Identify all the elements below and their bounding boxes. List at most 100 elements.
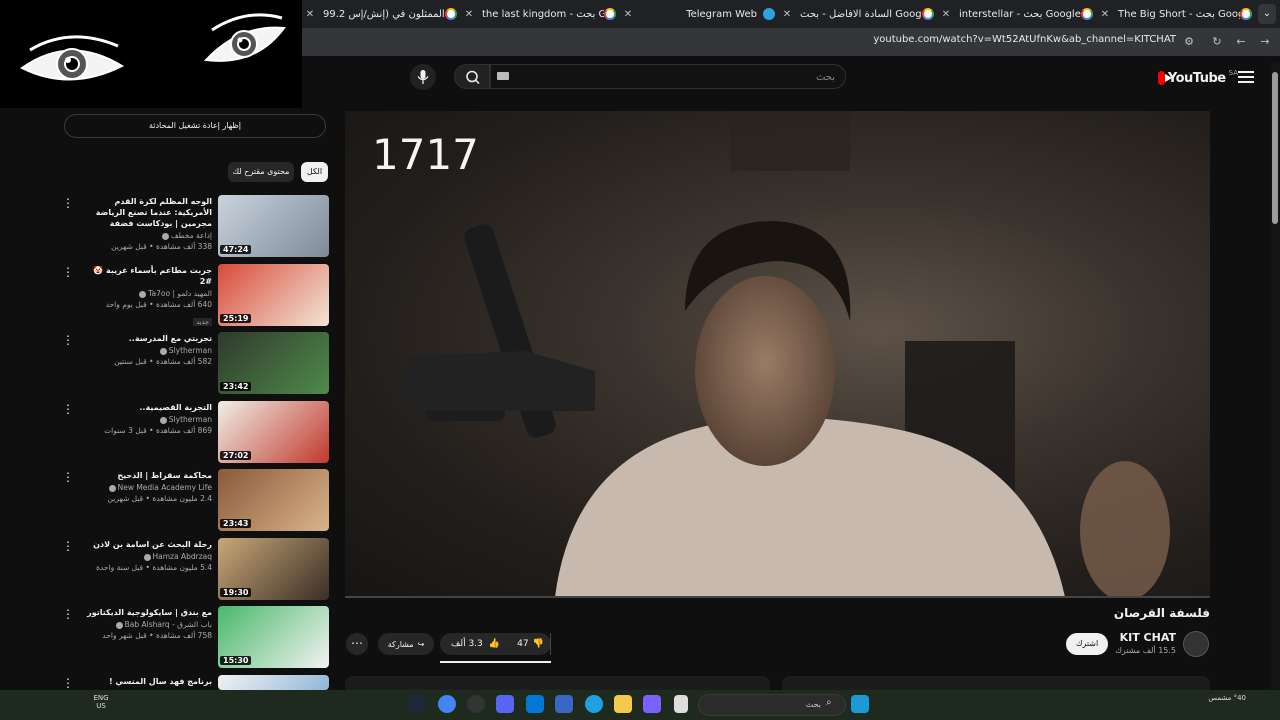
close-tab-icon[interactable]: ✕ xyxy=(462,9,476,20)
tab-title: interstellar - بحث Google xyxy=(959,8,1081,20)
recommendation-thumbnail[interactable]: 23:43 xyxy=(218,469,329,531)
forward-button[interactable]: ← xyxy=(1232,34,1250,50)
below-video-card[interactable] xyxy=(782,676,1210,690)
recommendation-title: مع بندق | سايكولوجية الديكتاتور xyxy=(87,608,212,617)
recommendation-item[interactable]: جربت مطاعم بأسماء غريبة 🤡 #2 المهيد دلمو … xyxy=(80,265,212,328)
recommendation-item[interactable]: تجربتي مع المدرسة.. Slytherman 582 ألف مشا… xyxy=(80,333,212,366)
recommendation-more-icon[interactable]: ⋮ xyxy=(62,608,74,620)
recommendation-more-icon[interactable]: ⋮ xyxy=(62,334,74,346)
recommendation-channel[interactable]: Slytherman xyxy=(80,415,212,424)
recommendation-thumbnail[interactable]: 23:42 xyxy=(218,332,329,394)
close-tab-icon[interactable]: ✕ xyxy=(303,9,317,20)
voice-search-button[interactable] xyxy=(410,64,436,90)
recommendation-channel[interactable]: المهيد دلمو | Ta7oo xyxy=(80,289,212,298)
keyboard-icon[interactable] xyxy=(497,72,509,80)
channel-label: Hamza Abdrzaq xyxy=(152,552,213,561)
video-player[interactable] xyxy=(345,111,1210,597)
reload-button[interactable]: ↻ xyxy=(1208,34,1226,50)
back-button[interactable]: → xyxy=(1256,34,1274,50)
recommendation-item[interactable]: مع بندق | سايكولوجية الديكتاتور باب الشرق… xyxy=(80,607,212,640)
channel-name[interactable]: KIT CHAT xyxy=(1100,631,1176,644)
recommendation-channel[interactable]: إذاعة مخطف xyxy=(80,231,212,240)
language-indicator[interactable]: ENG US xyxy=(90,694,112,710)
browser-tab[interactable]: ✕ interstellar - بحث Google xyxy=(939,0,1093,28)
new-badge: جديد xyxy=(193,318,212,326)
tab-search-button[interactable]: ⌄ xyxy=(1258,4,1276,24)
recommendation-item[interactable]: محاكمة سقراط | الدحيح New Media Academy L… xyxy=(80,470,212,503)
channel-label: Slytherman xyxy=(168,346,212,355)
like-underline xyxy=(440,661,551,663)
search-button[interactable] xyxy=(454,64,490,89)
recommendation-title: الوجه المظلم لكرة القدم الأمريكية: عندما… xyxy=(95,197,212,228)
close-tab-icon[interactable]: ✕ xyxy=(939,9,953,20)
discord-icon[interactable] xyxy=(496,695,514,713)
youtube-logo[interactable]: YouTube SA xyxy=(1158,68,1238,88)
channel-label: إذاعة مخطف xyxy=(170,231,212,240)
edge-icon[interactable] xyxy=(585,695,603,713)
recommendation-channel[interactable]: Hamza Abdrzaq xyxy=(80,552,212,561)
scroll-thumb[interactable] xyxy=(1272,72,1278,224)
like-button[interactable]: 👍 3.3 ألف xyxy=(440,633,511,655)
search-input[interactable] xyxy=(491,66,845,89)
recommendation-channel[interactable]: باب الشرق - Bab Alsharq xyxy=(80,620,212,629)
browser-tab[interactable]: ✕ الممثلون في (إنش/إس 99.2 xyxy=(303,0,457,28)
app-grid-icon[interactable] xyxy=(555,695,573,713)
outlook-icon[interactable] xyxy=(526,695,544,713)
recommendation-more-icon[interactable]: ⋮ xyxy=(62,677,74,689)
copilot-icon[interactable] xyxy=(643,695,661,713)
close-tab-icon[interactable]: ✕ xyxy=(621,9,635,20)
subscribe-button[interactable]: اشترك xyxy=(1066,633,1108,655)
recommendation-channel[interactable]: Slytherman xyxy=(80,346,212,355)
recommendation-item[interactable]: رحلة البحث عن اسامة بن لادن Hamza Abdrzaq… xyxy=(80,539,212,572)
browser-tab[interactable]: ✕ The Big Short - بحث Google xyxy=(1098,0,1252,28)
chrome-icon[interactable] xyxy=(438,695,456,713)
recommendation-title: محاكمة سقراط | الدحيح xyxy=(117,471,212,480)
channel-label: Slytherman xyxy=(168,415,212,424)
tune-icon[interactable]: ⚙ xyxy=(1180,34,1198,50)
recommendation-thumbnail[interactable]: 25:19 xyxy=(218,264,329,326)
chip-recommended[interactable]: محتوى مقترح لك xyxy=(228,162,294,182)
share-button[interactable]: ↪ مشاركة xyxy=(378,633,434,655)
recommendation-title: تجربتي مع المدرسة.. xyxy=(128,334,212,343)
channel-avatar[interactable] xyxy=(1183,631,1209,657)
recommendation-thumbnail[interactable]: 19:30 xyxy=(218,538,329,600)
recommendation-more-icon[interactable]: ⋮ xyxy=(62,403,74,415)
browser-tab[interactable]: ✕ Telegram Web xyxy=(621,0,775,28)
recommendation-item[interactable]: الوجه المظلم لكرة القدم الأمريكية: عندما… xyxy=(80,196,212,251)
recommendation-item[interactable]: برنامج فهد سال المنسي ! xyxy=(80,676,212,687)
task-view-icon[interactable] xyxy=(674,695,688,713)
close-tab-icon[interactable]: ✕ xyxy=(1098,9,1112,20)
more-actions-button[interactable]: ⋯ xyxy=(346,633,368,655)
recommendation-more-icon[interactable]: ⋮ xyxy=(62,471,74,483)
verified-icon xyxy=(143,553,151,561)
weather-widget[interactable]: °40 مشمس xyxy=(1190,694,1246,702)
recommendation-thumbnail[interactable]: 15:30 xyxy=(218,606,329,668)
recommendation-meta: 5.4 مليون مشاهدة • قبل سنة واحدة xyxy=(96,563,212,572)
browser-tab[interactable]: ✕ the last kingdom - بحث Google xyxy=(462,0,616,28)
google-icon xyxy=(604,8,616,20)
dislike-button[interactable]: 47 👎 xyxy=(511,633,551,655)
show-chat-replay-button[interactable]: إظهار إعادة تشغيل المحادثة xyxy=(64,114,326,138)
recommendation-more-icon[interactable]: ⋮ xyxy=(62,540,74,552)
like-count: 3.3 ألف xyxy=(451,639,483,649)
recommendation-more-icon[interactable]: ⋮ xyxy=(62,197,74,209)
recommendation-channel[interactable]: New Media Academy Life xyxy=(80,483,212,492)
recommendation-thumbnail[interactable] xyxy=(218,675,329,690)
menu-icon[interactable] xyxy=(1238,68,1254,84)
file-explorer-icon[interactable] xyxy=(614,695,632,713)
url-field[interactable]: youtube.com/watch?v=Wt52AtUfnKw&ab_chann… xyxy=(760,34,1176,50)
verified-icon xyxy=(115,621,123,629)
recommendation-thumbnail[interactable]: 47:24 xyxy=(218,195,329,257)
recommendation-item[interactable]: التجربة القصيمية.. Slytherman 869 ألف مشاه… xyxy=(80,402,212,435)
close-tab-icon[interactable]: ✕ xyxy=(780,9,794,20)
chip-all[interactable]: الكل xyxy=(301,162,328,182)
below-video-card[interactable] xyxy=(345,676,770,690)
recommendation-thumbnail[interactable]: 27:02 xyxy=(218,401,329,463)
browser-tab[interactable]: ✕ السادة الافاضل - بحث Google xyxy=(780,0,934,28)
taskbar-search[interactable]: بحث xyxy=(698,694,846,716)
video-progress-bar[interactable] xyxy=(345,596,1210,598)
app-icon[interactable] xyxy=(467,695,485,713)
start-icon[interactable] xyxy=(851,695,869,713)
steam-icon[interactable] xyxy=(408,695,426,713)
recommendation-more-icon[interactable]: ⋮ xyxy=(62,266,74,278)
